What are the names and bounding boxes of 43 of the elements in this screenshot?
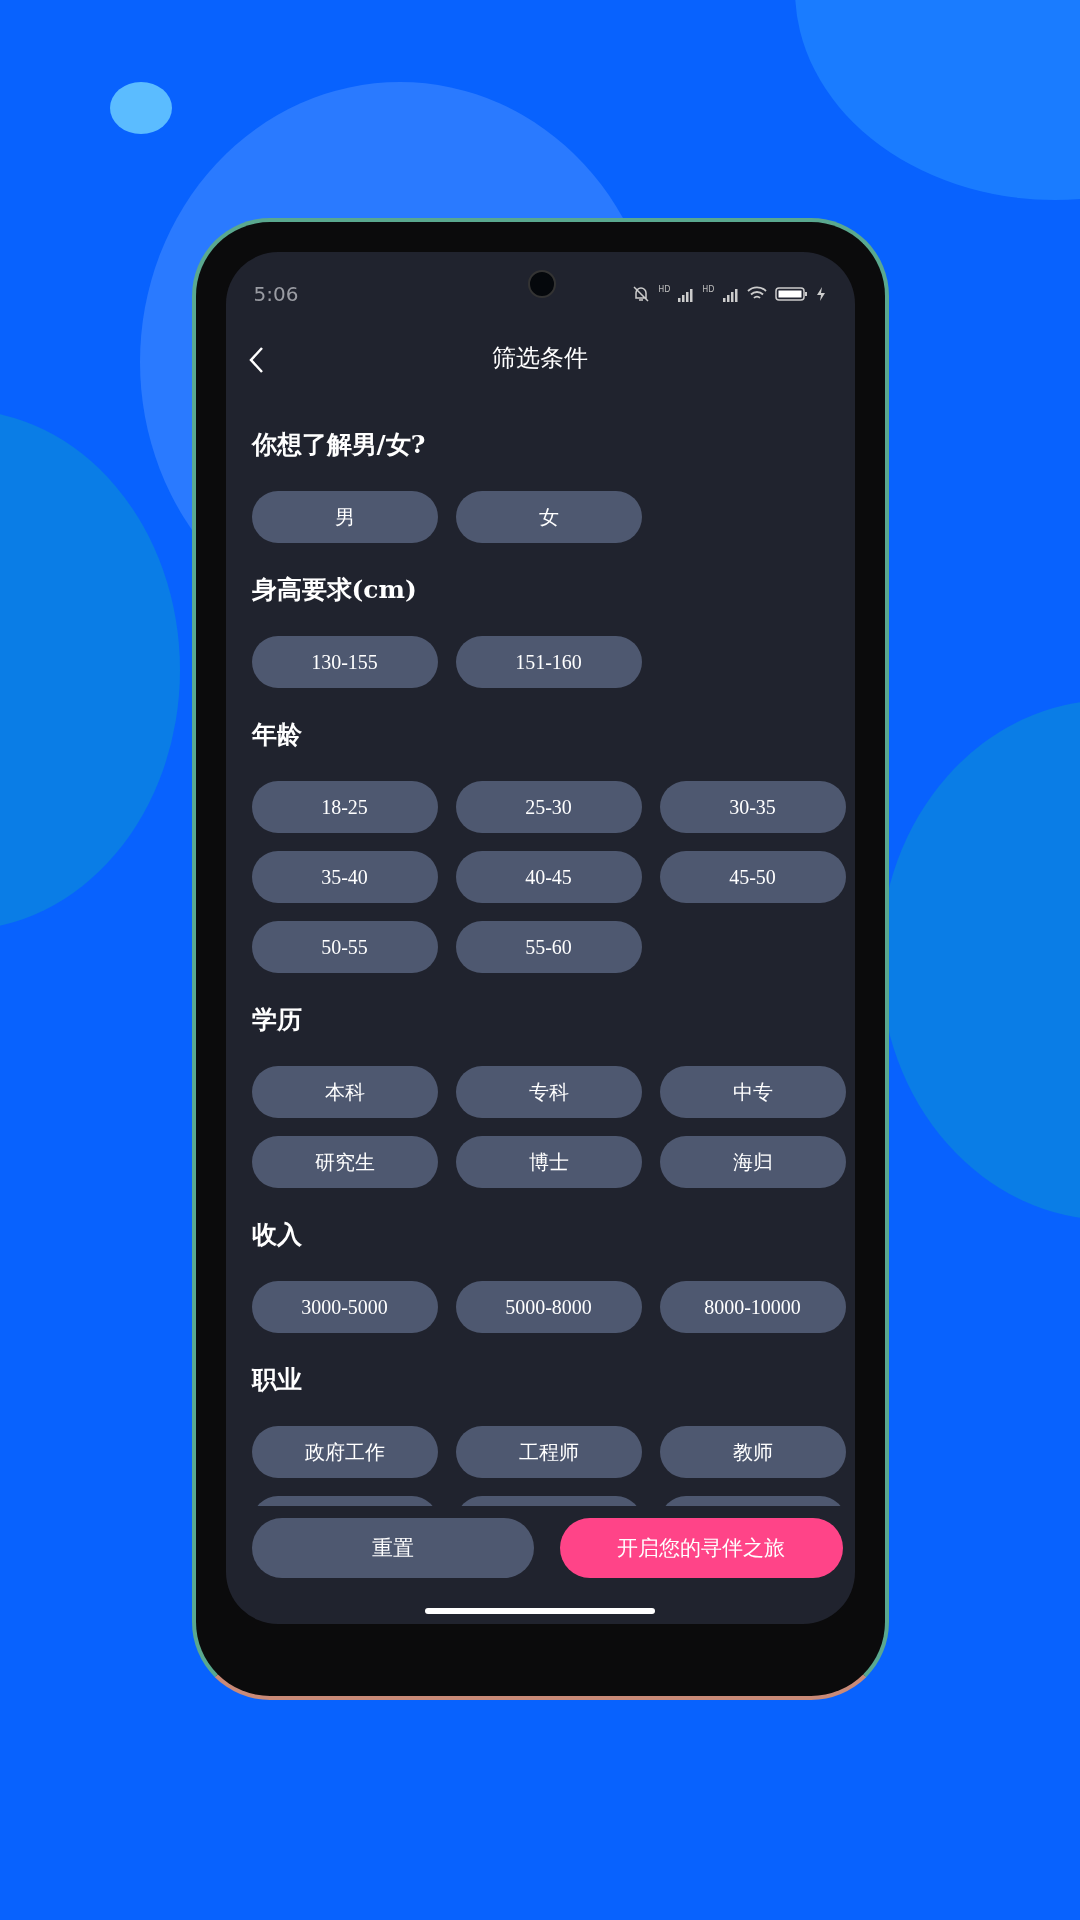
option-chip[interactable]: 130-155 [251,636,438,688]
option-chip[interactable]: 教师 [659,1426,846,1478]
option-chip[interactable]: 男 [251,491,438,543]
option-chip[interactable]: 工程师 [455,1426,642,1478]
section-title: 年龄 [251,719,303,751]
option-chip[interactable]: 35-40 [251,851,438,903]
option-chip[interactable]: 女 [455,491,642,543]
network-label: HD [658,285,671,294]
option-chip[interactable]: 中专 [659,1066,846,1118]
option-chip[interactable]: 30-35 [659,781,846,833]
option-chip[interactable]: 本科 [251,1066,438,1118]
option-chip[interactable]: 151-160 [455,636,642,688]
option-chip[interactable]: 55-60 [455,921,642,973]
option-chip[interactable]: 25-30 [455,781,642,833]
option-chip[interactable]: 18-25 [251,781,438,833]
section-title: 学历 [251,1004,303,1036]
signal-icon [678,286,695,302]
network-label: HD [702,285,715,294]
section-title: 身高要求(cm) [251,574,418,606]
bell-muted-icon [632,285,651,303]
battery-icon [774,286,809,302]
option-chip[interactable]: 海归 [659,1136,846,1188]
signal-icon [722,286,739,302]
option-chip[interactable]: 专科 [455,1066,642,1118]
camera-hole [528,270,556,298]
option-chip[interactable]: 40-45 [455,851,642,903]
section-title: 职业 [251,1364,303,1396]
option-chip[interactable]: 政府工作 [251,1426,438,1478]
option-chip[interactable]: 50-55 [251,921,438,973]
option-chip[interactable]: 博士 [455,1136,642,1188]
option-chip[interactable]: 研究生 [251,1136,438,1188]
option-chip[interactable]: 8000-10000 [659,1281,846,1333]
back-icon[interactable] [247,346,264,374]
background-circle [110,82,172,134]
option-chip[interactable]: 45-50 [659,851,846,903]
status-time: 5:06 [253,282,299,306]
option-chip[interactable]: 5000-8000 [455,1281,642,1333]
section-title: 收入 [251,1219,303,1251]
page-title: 筛选条件 [492,343,588,374]
reset-button[interactable]: 重置 [251,1518,534,1578]
option-chip[interactable]: 3000-5000 [251,1281,438,1333]
section-title: 你想了解男/女? [251,429,427,461]
charging-icon [816,287,825,301]
